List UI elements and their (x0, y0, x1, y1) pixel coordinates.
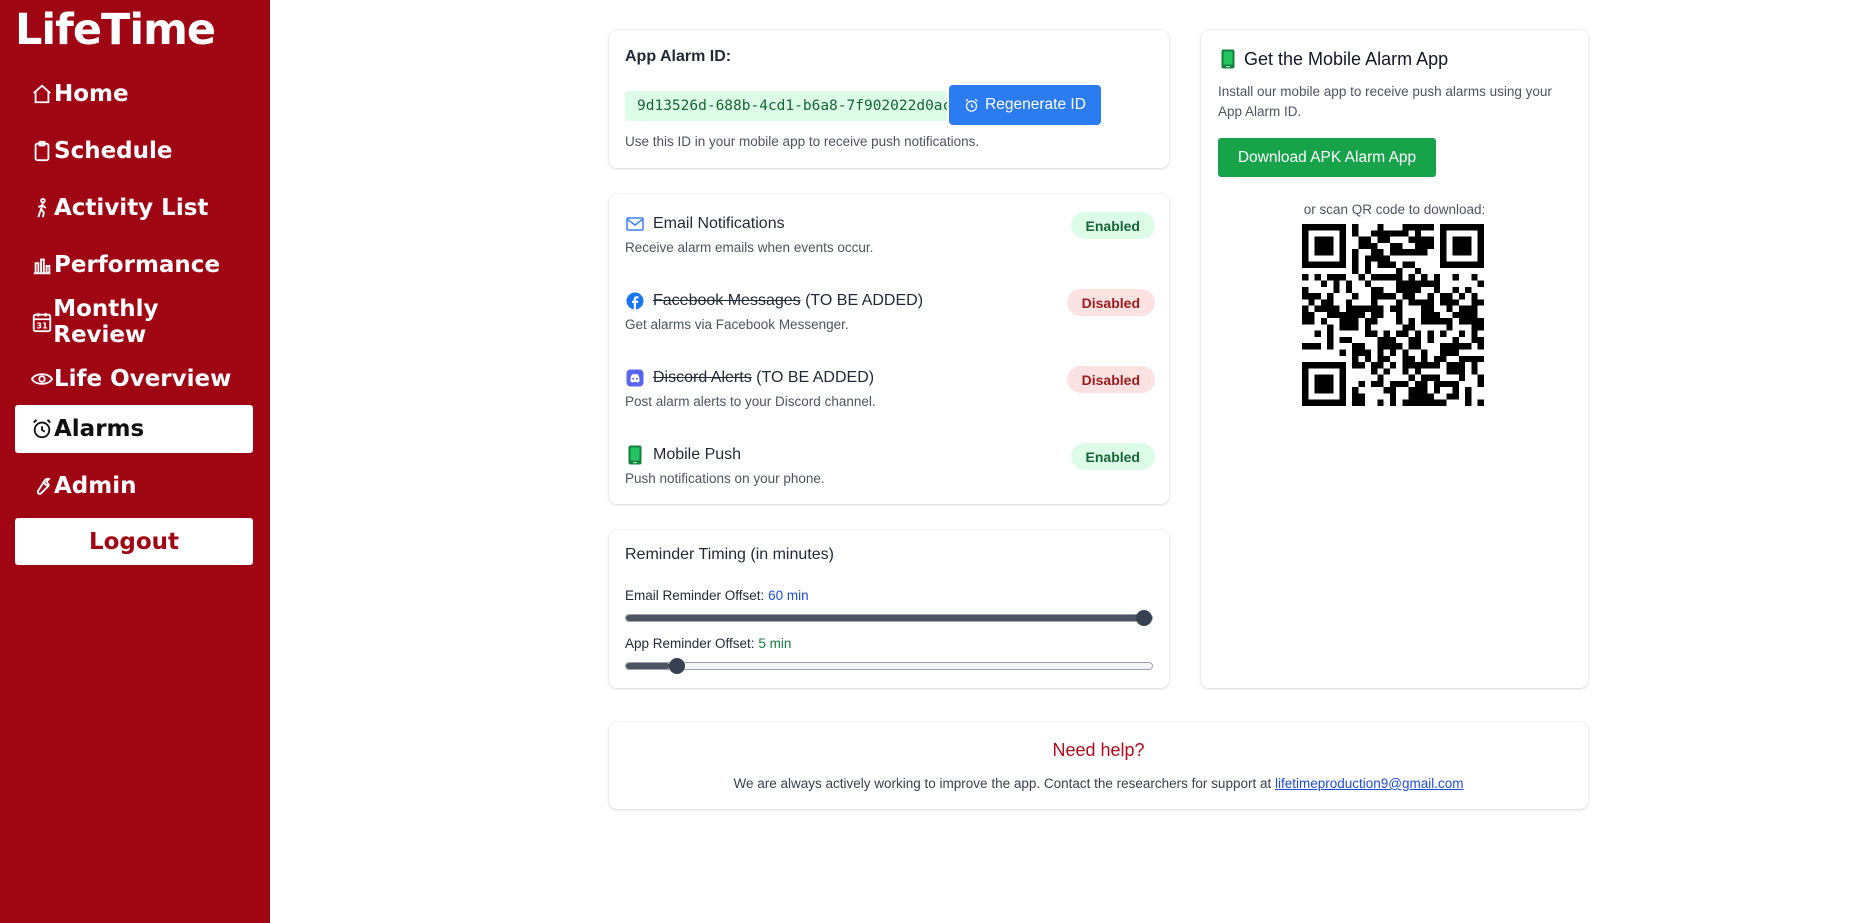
app-offset-value: 5 min (758, 636, 792, 651)
download-apk-button[interactable]: Download APK Alarm App (1218, 138, 1436, 177)
alarm-clock-icon (964, 98, 979, 113)
notification-title: Facebook Messages (653, 292, 801, 309)
notification-channels-card: Email Notifications Enabled Receive alar… (609, 194, 1169, 504)
mobile-phone-icon (625, 445, 645, 465)
notification-title: Email Notifications (653, 215, 785, 232)
status-badge[interactable]: Enabled (1070, 212, 1155, 239)
mobile-phone-icon (1218, 48, 1238, 70)
sidebar-item-label: Life Overview (54, 366, 232, 392)
alarm-id-hint: Use this ID in your mobile app to receiv… (625, 134, 980, 149)
scan-qr-caption: or scan QR code to download: (1303, 202, 1486, 217)
discord-icon (625, 368, 645, 388)
notification-description: Receive alarm emails when events occur. (625, 240, 874, 255)
help-text: We are always actively working to improv… (733, 776, 1275, 791)
mail-icon (625, 214, 645, 234)
sidebar-item-label: Admin (54, 473, 137, 499)
app-logo[interactable]: LifeTime (15, 5, 216, 55)
notification-description: Get alarms via Facebook Messenger. (625, 317, 849, 332)
home-icon (30, 82, 54, 106)
email-offset-label: Email Reminder Offset: (625, 588, 765, 603)
sidebar-item-alarms[interactable]: Alarms (15, 405, 253, 453)
sidebar-item-admin[interactable]: Admin (15, 462, 253, 510)
walking-icon (30, 196, 54, 220)
help-text-row: We are always actively working to improv… (609, 776, 1588, 791)
status-badge[interactable]: Disabled (1066, 366, 1155, 393)
email-offset-value: 60 min (768, 588, 809, 603)
bar-chart-icon (30, 253, 54, 277)
svg-text:31: 31 (36, 320, 48, 330)
reminder-timing-card: Reminder Timing (in minutes) Email Remin… (609, 530, 1169, 688)
notification-title-suffix: (TO BE ADDED) (800, 292, 924, 309)
alarm-clock-icon (30, 417, 54, 441)
slider-thumb[interactable] (1136, 610, 1152, 626)
mobile-app-description: Install our mobile app to receive push a… (1218, 84, 1552, 119)
email-offset-slider[interactable] (625, 610, 1153, 626)
help-title: Need help? (1052, 740, 1145, 760)
sidebar-item-life-overview[interactable]: Life Overview (15, 355, 253, 403)
sidebar-item-label: Activity List (54, 195, 209, 221)
reminder-timing-title: Reminder Timing (in minutes) (625, 546, 834, 563)
alarm-id-label: App Alarm ID: (625, 48, 732, 65)
slider-fill (626, 615, 1152, 621)
app-offset-label: App Reminder Offset: (625, 636, 755, 651)
sidebar-item-label: Home (54, 81, 129, 107)
app-offset-label-row: App Reminder Offset: 5 min (625, 636, 791, 651)
regenerate-id-label: Regenerate ID (985, 96, 1086, 113)
notification-description: Post alarm alerts to your Discord channe… (625, 394, 876, 409)
sidebar-item-label: Monthly Review (53, 296, 159, 348)
sidebar-item-schedule[interactable]: Schedule (15, 127, 253, 175)
clipboard-icon (30, 139, 54, 163)
eye-icon (30, 367, 54, 391)
mobile-app-title: Get the Mobile Alarm App (1244, 48, 1449, 69)
alarm-id-card: App Alarm ID: 9d13526d-688b-4cd1-b6a8-7f… (609, 30, 1169, 168)
sidebar-item-label: Performance (54, 252, 221, 278)
sidebar-item-performance[interactable]: Performance (15, 241, 253, 289)
support-email-link[interactable]: lifetimeproduction9@gmail.com (1275, 776, 1464, 791)
sidebar: LifeTime Home Schedule Activity List Per… (0, 0, 270, 923)
sidebar-item-label: Schedule (54, 138, 173, 164)
email-offset-label-row: Email Reminder Offset: 60 min (625, 588, 809, 603)
calendar-icon: 31 (30, 310, 53, 334)
alarm-id-value[interactable]: 9d13526d-688b-4cd1-b6a8-7f902022d0ac (625, 91, 947, 121)
mobile-app-card: Get the Mobile Alarm App Install our mob… (1201, 30, 1588, 688)
logout-button[interactable]: Logout (15, 518, 253, 565)
sidebar-item-activity-list[interactable]: Activity List (15, 184, 253, 232)
sidebar-item-label: Alarms (54, 416, 145, 442)
notification-title-suffix: (TO BE ADDED) (751, 369, 875, 386)
regenerate-id-button[interactable]: Regenerate ID (949, 85, 1101, 125)
status-badge[interactable]: Disabled (1066, 289, 1155, 316)
sidebar-item-home[interactable]: Home (15, 70, 253, 118)
app-offset-slider[interactable] (625, 658, 1153, 674)
facebook-icon (625, 291, 645, 311)
notification-description: Push notifications on your phone. (625, 471, 825, 486)
help-card: Need help? We are always actively workin… (609, 722, 1588, 809)
slider-thumb[interactable] (668, 658, 685, 674)
wrench-icon (30, 474, 54, 498)
sidebar-item-monthly-review[interactable]: 31 Monthly Review (15, 296, 253, 348)
notification-title: Mobile Push (653, 446, 742, 463)
notification-title: Discord Alerts (653, 369, 752, 386)
download-qr-code[interactable] (1302, 224, 1484, 406)
slider-fill (626, 663, 670, 669)
status-badge[interactable]: Enabled (1070, 443, 1155, 470)
